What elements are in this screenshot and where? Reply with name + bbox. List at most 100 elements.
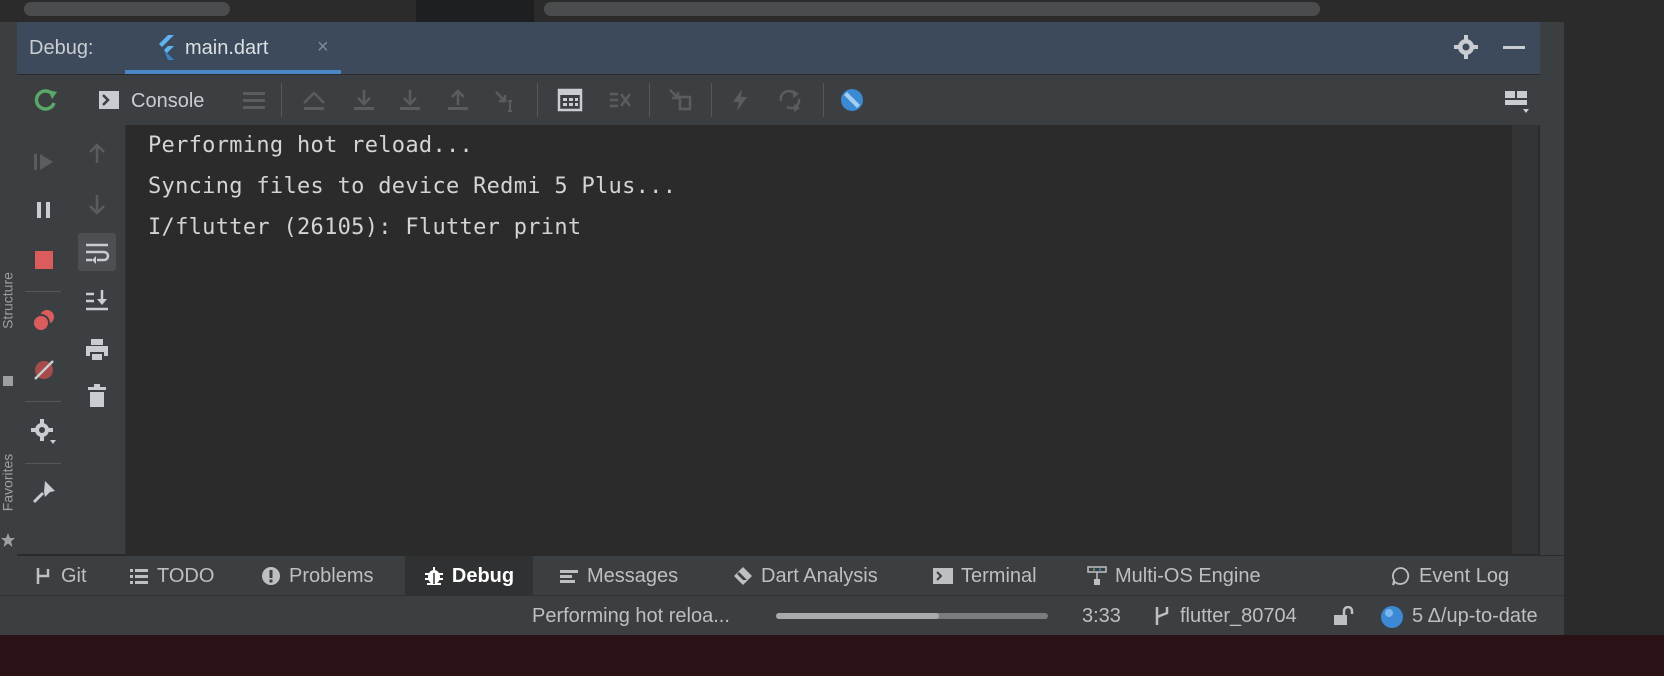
tool-window-label: Multi-OS Engine xyxy=(1115,564,1261,587)
git-branch-icon xyxy=(1155,607,1169,625)
scroll-to-end-icon[interactable] xyxy=(84,287,110,313)
tool-window-label: Dart Analysis xyxy=(761,564,878,587)
editor-divider xyxy=(416,0,534,22)
tool-window-messages[interactable]: Messages xyxy=(559,556,678,596)
step-over-icon[interactable] xyxy=(351,87,377,113)
tab-label: main.dart xyxy=(185,37,269,59)
stop-icon[interactable] xyxy=(31,247,57,273)
tool-window-terminal[interactable]: Terminal xyxy=(933,556,1037,596)
horizontal-scrollbar-left[interactable] xyxy=(24,2,230,16)
layout-options-icon[interactable] xyxy=(1503,87,1529,113)
left-tool-stripe: Structure Favorites xyxy=(0,22,18,654)
step-into-icon[interactable] xyxy=(397,87,423,113)
view-breakpoints-icon[interactable] xyxy=(31,307,57,333)
console-icon[interactable] xyxy=(99,91,119,109)
hot-restart-icon[interactable] xyxy=(777,87,803,113)
structure-icon xyxy=(3,376,13,386)
print-icon[interactable] xyxy=(84,337,110,363)
git-icon xyxy=(36,568,50,584)
pause-icon[interactable] xyxy=(31,197,57,223)
settings-gear-icon[interactable] xyxy=(1453,34,1479,60)
toolbar-separator xyxy=(281,83,282,117)
structure-tab[interactable]: Structure xyxy=(0,255,17,347)
tool-window-label: Debug xyxy=(451,564,515,587)
bug-icon xyxy=(424,567,443,585)
rerun-icon[interactable] xyxy=(33,87,59,113)
tool-window-label: Git xyxy=(61,564,87,587)
toolbar-separator xyxy=(537,83,538,117)
vcs-status-icon xyxy=(1381,606,1403,628)
column-separator xyxy=(25,291,61,292)
hot-reload-icon[interactable] xyxy=(727,87,753,113)
debug-actions-column xyxy=(17,125,69,554)
panel-title: Debug: xyxy=(29,37,94,59)
terminal-icon xyxy=(933,568,953,584)
tool-window-label: Messages xyxy=(587,564,679,587)
restore-layout-icon[interactable] xyxy=(667,87,693,113)
tab-main-dart[interactable]: main.dart × xyxy=(125,22,341,74)
horizontal-scrollbar-right[interactable] xyxy=(544,2,1320,16)
settings-icon[interactable] xyxy=(31,419,57,445)
status-bar: Performing hot reloa... 3:33 flutter_807… xyxy=(0,595,1564,636)
cursor-position[interactable]: 3:33 xyxy=(1082,605,1121,628)
show-execution-point-icon[interactable] xyxy=(301,87,327,113)
trace-icon[interactable] xyxy=(607,87,633,113)
minimize-icon[interactable] xyxy=(1503,46,1525,49)
flutter-icon xyxy=(159,35,174,60)
tool-window-label: Event Log xyxy=(1419,564,1510,587)
console-actions-column xyxy=(69,125,126,554)
vcs-status[interactable]: 5 Δ/up-to-date xyxy=(1412,605,1538,628)
step-out-icon[interactable] xyxy=(445,87,471,113)
tool-window-todo[interactable]: TODO xyxy=(129,556,214,596)
mute-breakpoints-icon[interactable] xyxy=(31,357,57,383)
window-edge xyxy=(1564,22,1664,635)
run-to-cursor-icon[interactable] xyxy=(493,87,519,113)
console-line: I/flutter (26105): Flutter print xyxy=(148,215,582,240)
toolbar-separator xyxy=(823,83,824,117)
debug-toolbar: Console xyxy=(17,75,1664,125)
resume-icon[interactable] xyxy=(31,149,57,175)
toolbar-separator xyxy=(711,83,712,117)
scroll-down-icon[interactable] xyxy=(84,191,110,217)
debug-panel-header: Debug: main.dart × xyxy=(17,22,1664,75)
messages-icon xyxy=(560,570,578,583)
vertical-scrollbar[interactable] xyxy=(1512,125,1538,554)
event-log-icon xyxy=(1392,567,1410,586)
star-icon xyxy=(1,533,15,547)
clear-icon[interactable] xyxy=(84,383,110,409)
tool-window-bar: Git TODO Problems Debug Messages Dart An… xyxy=(17,555,1564,596)
console-output[interactable]: Performing hot reload... Syncing files t… xyxy=(126,125,1510,554)
favorites-tab[interactable]: Favorites xyxy=(0,437,17,529)
scroll-up-icon[interactable] xyxy=(84,141,110,167)
toolbar-separator xyxy=(649,83,650,117)
tool-window-debug[interactable]: Debug xyxy=(405,556,533,596)
menu-lines-icon[interactable] xyxy=(241,87,267,113)
tool-window-event-log[interactable]: Event Log xyxy=(1391,556,1509,596)
evaluate-expression-icon[interactable] xyxy=(557,87,583,113)
desktop-background xyxy=(0,635,1664,676)
multi-os-icon xyxy=(1087,566,1107,585)
editor-scroll-strip xyxy=(0,0,1664,22)
tool-window-multi-os-engine[interactable]: Multi-OS Engine xyxy=(1087,556,1261,596)
active-tab-indicator xyxy=(125,70,341,74)
close-icon[interactable]: × xyxy=(317,36,329,59)
soft-wrap-toggle[interactable] xyxy=(78,233,116,271)
console-line: Performing hot reload... xyxy=(148,133,474,158)
dart-devtools-icon[interactable] xyxy=(839,87,865,113)
console-line: Syncing files to device Redmi 5 Plus... xyxy=(148,174,677,199)
todo-icon xyxy=(130,569,148,584)
problems-icon xyxy=(262,567,280,585)
unlock-icon[interactable] xyxy=(1332,606,1354,626)
tool-window-problems[interactable]: Problems xyxy=(261,556,373,596)
tool-window-label: Terminal xyxy=(961,564,1037,587)
progress-bar xyxy=(776,613,1048,619)
git-branch[interactable]: flutter_80704 xyxy=(1180,605,1297,628)
tool-window-dart-analysis[interactable]: Dart Analysis xyxy=(733,556,878,596)
dart-icon xyxy=(734,567,752,585)
pin-icon[interactable] xyxy=(31,479,57,505)
console-tab-label[interactable]: Console xyxy=(131,90,204,113)
status-task-text: Performing hot reloa... xyxy=(532,605,730,627)
tool-window-git[interactable]: Git xyxy=(33,556,87,596)
tool-window-label: Problems xyxy=(289,564,374,587)
column-separator xyxy=(25,463,61,464)
